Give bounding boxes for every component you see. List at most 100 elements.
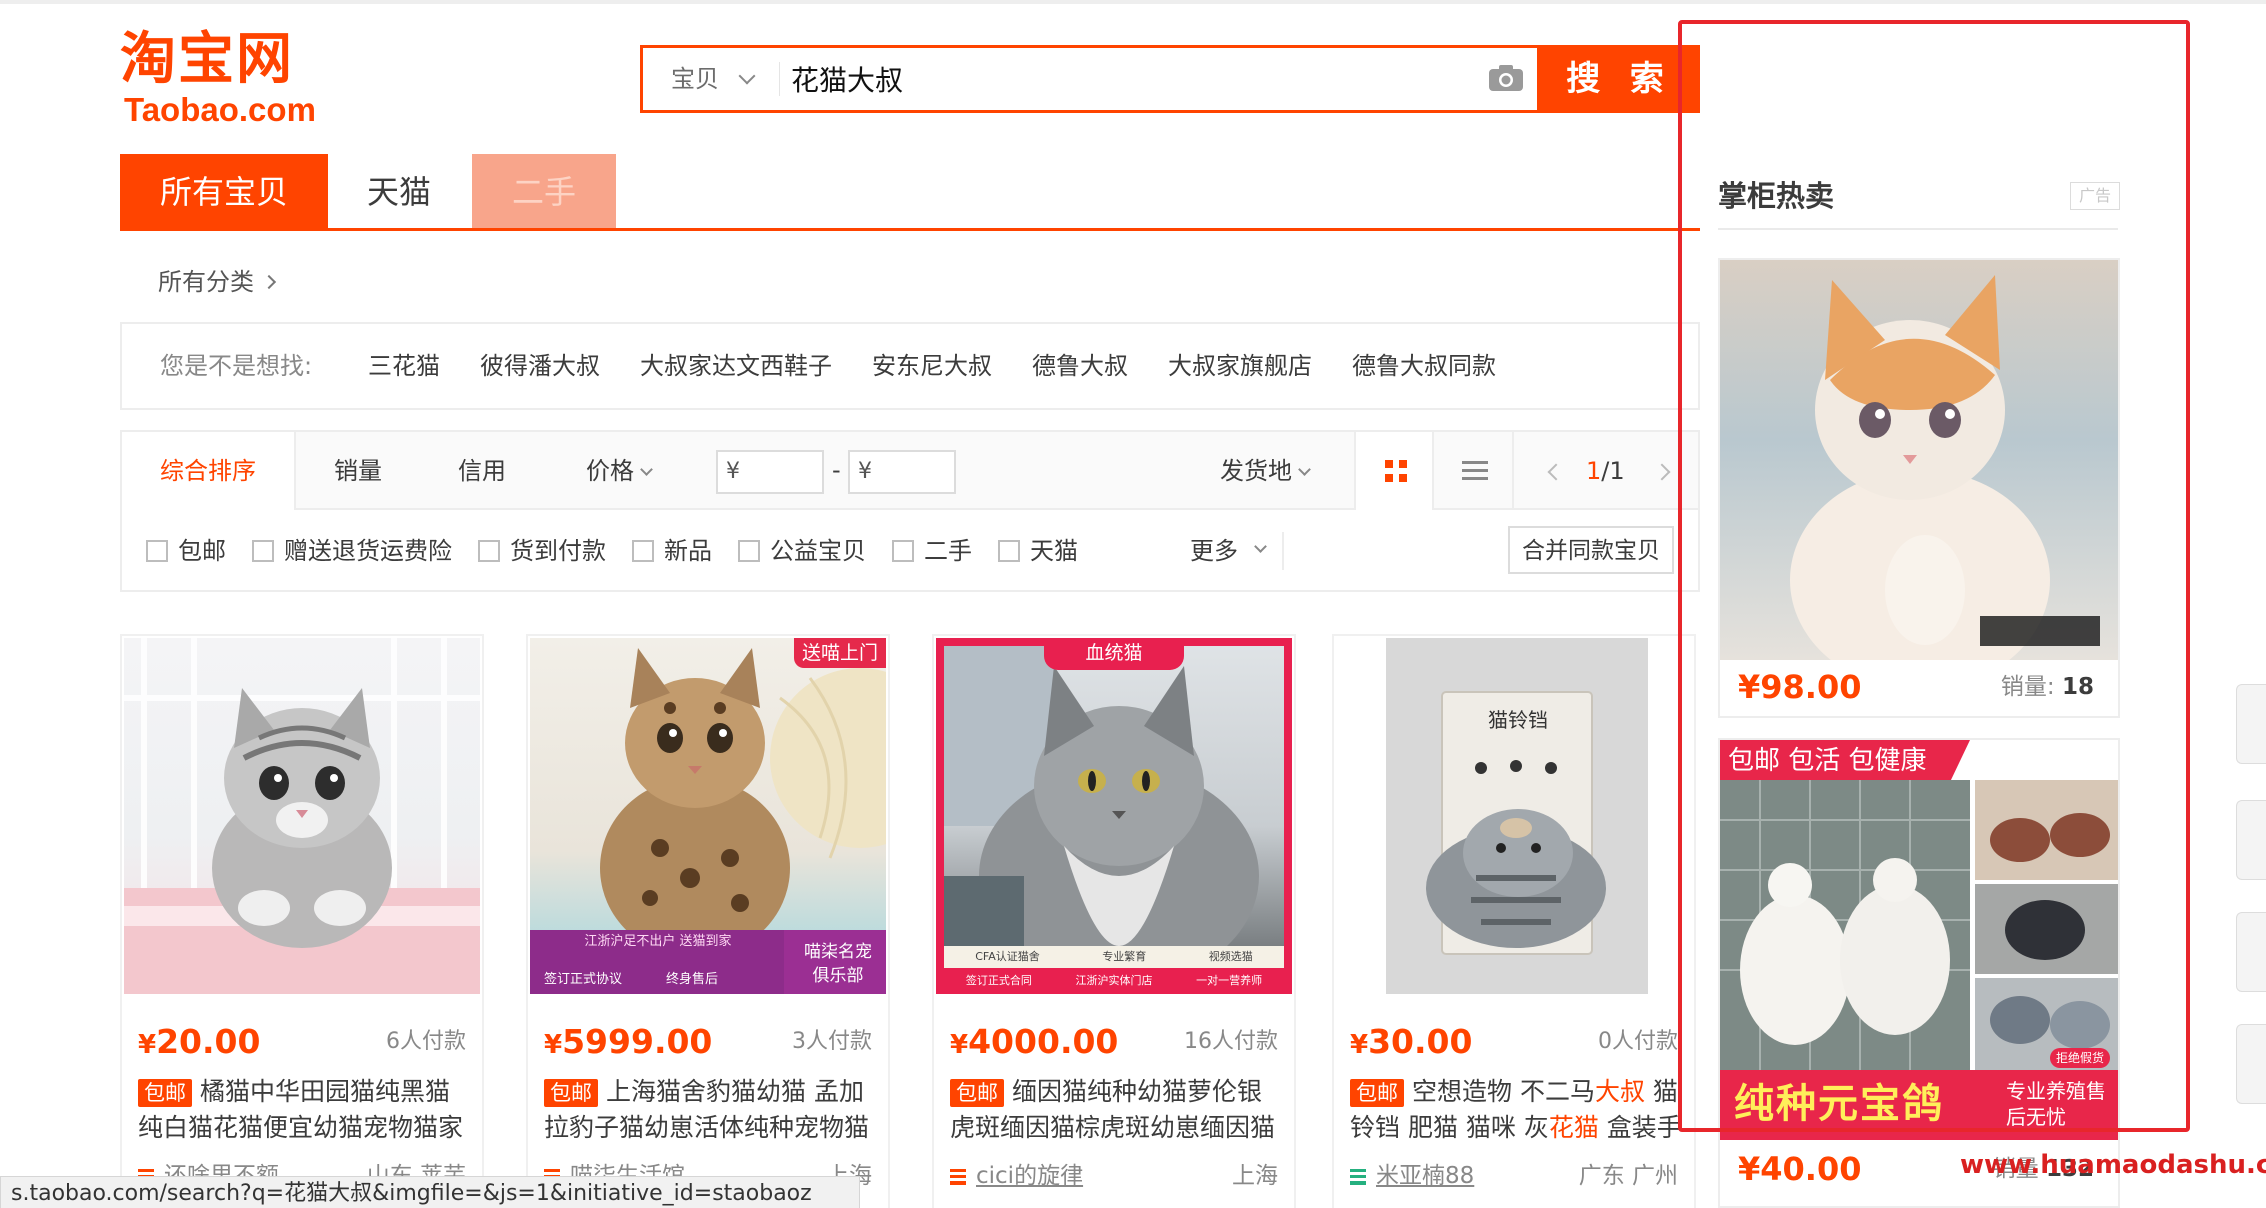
box-label: 猫铃铛: [1488, 708, 1548, 732]
suggestion-link[interactable]: 三花猫: [368, 324, 440, 408]
ad-badge: 拒绝假货: [2050, 1048, 2111, 1068]
product-title[interactable]: 包邮 橘猫中华田园猫纯黑猫纯白猫花猫便宜幼猫宠物猫家: [138, 1074, 472, 1146]
checkbox[interactable]: [632, 540, 654, 562]
sort-price[interactable]: 价格: [586, 432, 653, 510]
chevron-down-icon: [738, 67, 756, 85]
filter-free-shipping[interactable]: 包邮: [146, 530, 226, 572]
grid-view-button[interactable]: [1354, 432, 1434, 510]
filter-tmall[interactable]: 天猫: [998, 530, 1078, 572]
search-box: 宝贝: [640, 45, 1540, 113]
ad-side-text: 专业养殖售后无忧: [2006, 1079, 2106, 1129]
grid-icon: [1385, 460, 1407, 482]
side-toolbar-button[interactable]: [2236, 800, 2266, 880]
more-filters[interactable]: 更多: [1190, 530, 1267, 572]
kitten-photo: [124, 638, 480, 994]
suggestion-link[interactable]: 大叔家达文西鞋子: [640, 324, 832, 408]
filter-label: 二手: [924, 537, 972, 565]
shop-link[interactable]: 米亚楠88: [1350, 1156, 1474, 1196]
product-card[interactable]: 送喵上门 江浙沪足不出户 送猫到家 签订正式协议 终身售后 喵柒名宠俱乐部 ¥5…: [526, 634, 890, 1208]
ship-from-select[interactable]: 发货地: [1220, 432, 1311, 510]
search-input[interactable]: [791, 54, 1411, 104]
filter-label: 包邮: [178, 537, 226, 565]
price-value: 4000.00: [968, 1022, 1119, 1061]
suggestion-link[interactable]: 德鲁大叔同款: [1352, 324, 1496, 408]
filter-charity[interactable]: 公益宝贝: [738, 530, 866, 572]
price-value: 5999.00: [562, 1022, 713, 1061]
checkbox[interactable]: [738, 540, 760, 562]
filter-new[interactable]: 新品: [632, 530, 712, 572]
all-categories-link[interactable]: 所有分类: [158, 262, 277, 302]
yen-symbol: ¥: [544, 1030, 563, 1060]
product-card[interactable]: ¥20.00 6人付款 包邮橘猫中华田园猫纯黑猫纯白猫花猫便宜幼猫宠物猫家 还啥…: [120, 634, 484, 1208]
location: 上海: [1232, 1163, 1278, 1189]
sort-row: 综合排序 销量 信用 价格 ¥ - ¥ 发货地 1/1: [122, 432, 1698, 510]
checkbox[interactable]: [252, 540, 274, 562]
product-card[interactable]: 血统猫 CFA认证猫舍 专业繁育 视频选猫 签订正式合同 江浙沪实体门店 一对一…: [932, 634, 1296, 1208]
product-card[interactable]: 猫铃铛 ¥30.00 0人付款 包邮 空想造物 不二马大叔 猫铃铛 肥猫 猫咪 灰…: [1332, 634, 1696, 1208]
sort-credit[interactable]: 信用: [458, 432, 506, 510]
sort-sales[interactable]: 销量: [334, 432, 382, 510]
chevron-down-icon: [640, 463, 653, 476]
ship-from-label: 发货地: [1220, 457, 1292, 485]
filter-cash-on-delivery[interactable]: 货到付款: [478, 530, 606, 572]
did-you-mean-bar: 您是不是想找: 三花猫 彼得潘大叔 大叔家达文西鞋子 安东尼大叔 德鲁大叔 大叔…: [120, 322, 1700, 410]
image-bottom-bar-2: 签订正式合同 江浙沪实体门店 一对一营养师: [944, 970, 1284, 992]
paid-count: 6人付款: [386, 1029, 466, 1054]
keyword-highlight: 花猫: [1548, 1113, 1599, 1142]
more-filters-label: 更多: [1190, 537, 1238, 565]
suggestion-link[interactable]: 彼得潘大叔: [480, 324, 600, 408]
yen-symbol: ¥: [1738, 668, 1761, 706]
logo-chinese: 淘宝网: [120, 27, 294, 92]
filter-second-hand[interactable]: 二手: [892, 530, 972, 572]
tab-tmall[interactable]: 天猫: [328, 154, 470, 230]
side-toolbar-button[interactable]: [2236, 912, 2266, 992]
free-shipping-tag: 包邮: [950, 1079, 1004, 1107]
tab-all-items[interactable]: 所有宝贝: [120, 154, 328, 230]
ad-image[interactable]: [1720, 260, 2118, 690]
sort-default[interactable]: 综合排序: [122, 432, 296, 510]
yen-symbol: ¥: [1738, 1150, 1761, 1188]
checkbox[interactable]: [998, 540, 1020, 562]
chevron-left-icon[interactable]: [1547, 463, 1565, 481]
image-overlay-item: 终身售后: [666, 972, 719, 987]
shop-name: 米亚楠88: [1376, 1163, 1475, 1189]
side-toolbar-button[interactable]: [2236, 1024, 2266, 1104]
merge-same-items-button[interactable]: 合并同款宝贝: [1508, 526, 1674, 574]
price-max-input[interactable]: ¥: [848, 450, 956, 494]
search-category-select[interactable]: 宝贝: [655, 48, 775, 110]
side-toolbar-button[interactable]: [2236, 684, 2266, 764]
image-bar-item: 签订正式合同: [965, 974, 1032, 987]
product-image[interactable]: [124, 638, 480, 994]
checkbox[interactable]: [892, 540, 914, 562]
chevron-down-icon: [1254, 539, 1267, 553]
camera-icon[interactable]: [1488, 64, 1524, 92]
product-image[interactable]: 血统猫 CFA认证猫舍 专业繁育 视频选猫 签订正式合同 江浙沪实体门店 一对一…: [936, 638, 1292, 994]
tab-second-hand[interactable]: 二手: [472, 154, 616, 230]
product-image[interactable]: 送喵上门 江浙沪足不出户 送猫到家 签订正式协议 终身售后 喵柒名宠俱乐部: [530, 638, 886, 994]
suggestion-link[interactable]: 安东尼大叔: [872, 324, 992, 408]
product-title[interactable]: 包邮 空想造物 不二马大叔 猫铃铛 肥猫 猫咪 灰花猫 盒装手: [1350, 1074, 1684, 1146]
ad-item[interactable]: ¥98.00 销量: 18: [1718, 258, 2120, 718]
ad-item[interactable]: 包邮 包活 包健康 纯种元宝鸽 专业养殖售后无忧 拒绝假货 ¥40.00 销量 …: [1718, 738, 2120, 1208]
price-min-input[interactable]: ¥: [716, 450, 824, 494]
filter-label: 赠送退货运费险: [284, 537, 452, 565]
filter-return-insurance[interactable]: 赠送退货运费险: [252, 530, 452, 572]
product-title[interactable]: 包邮 上海猫舍豹猫幼猫 孟加拉豹子猫幼崽活体纯种宠物猫: [544, 1074, 878, 1146]
product-title[interactable]: 包邮 缅因猫纯种幼猫萝伦银虎斑缅因猫棕虎斑幼崽缅因猫: [950, 1074, 1284, 1146]
list-view-button[interactable]: [1434, 432, 1514, 510]
chevron-right-icon[interactable]: [1653, 463, 1671, 481]
search-button[interactable]: 搜 索: [1540, 45, 1700, 113]
suggestion-link[interactable]: 大叔家旗舰店: [1168, 324, 1312, 408]
free-shipping-tag: 包邮: [1350, 1079, 1404, 1107]
suggestion-link[interactable]: 德鲁大叔: [1032, 324, 1128, 408]
checkbox[interactable]: [146, 540, 168, 562]
title-part: 盒装手: [1598, 1113, 1682, 1142]
ad-image[interactable]: 包邮 包活 包健康 纯种元宝鸽 专业养殖售后无忧 拒绝假货: [1720, 740, 2118, 1140]
product-image[interactable]: 猫铃铛: [1336, 638, 1692, 994]
shop-link[interactable]: cici的旋律: [950, 1156, 1083, 1196]
status-bar-url: s.taobao.com/search?q=花猫大叔&imgfile=&js=1…: [0, 1176, 860, 1208]
checkbox[interactable]: [478, 540, 500, 562]
taobao-logo[interactable]: 淘宝网 Taobao.com: [120, 28, 335, 128]
divider: [1718, 228, 2118, 230]
ad-tag: 广告: [2070, 182, 2120, 210]
